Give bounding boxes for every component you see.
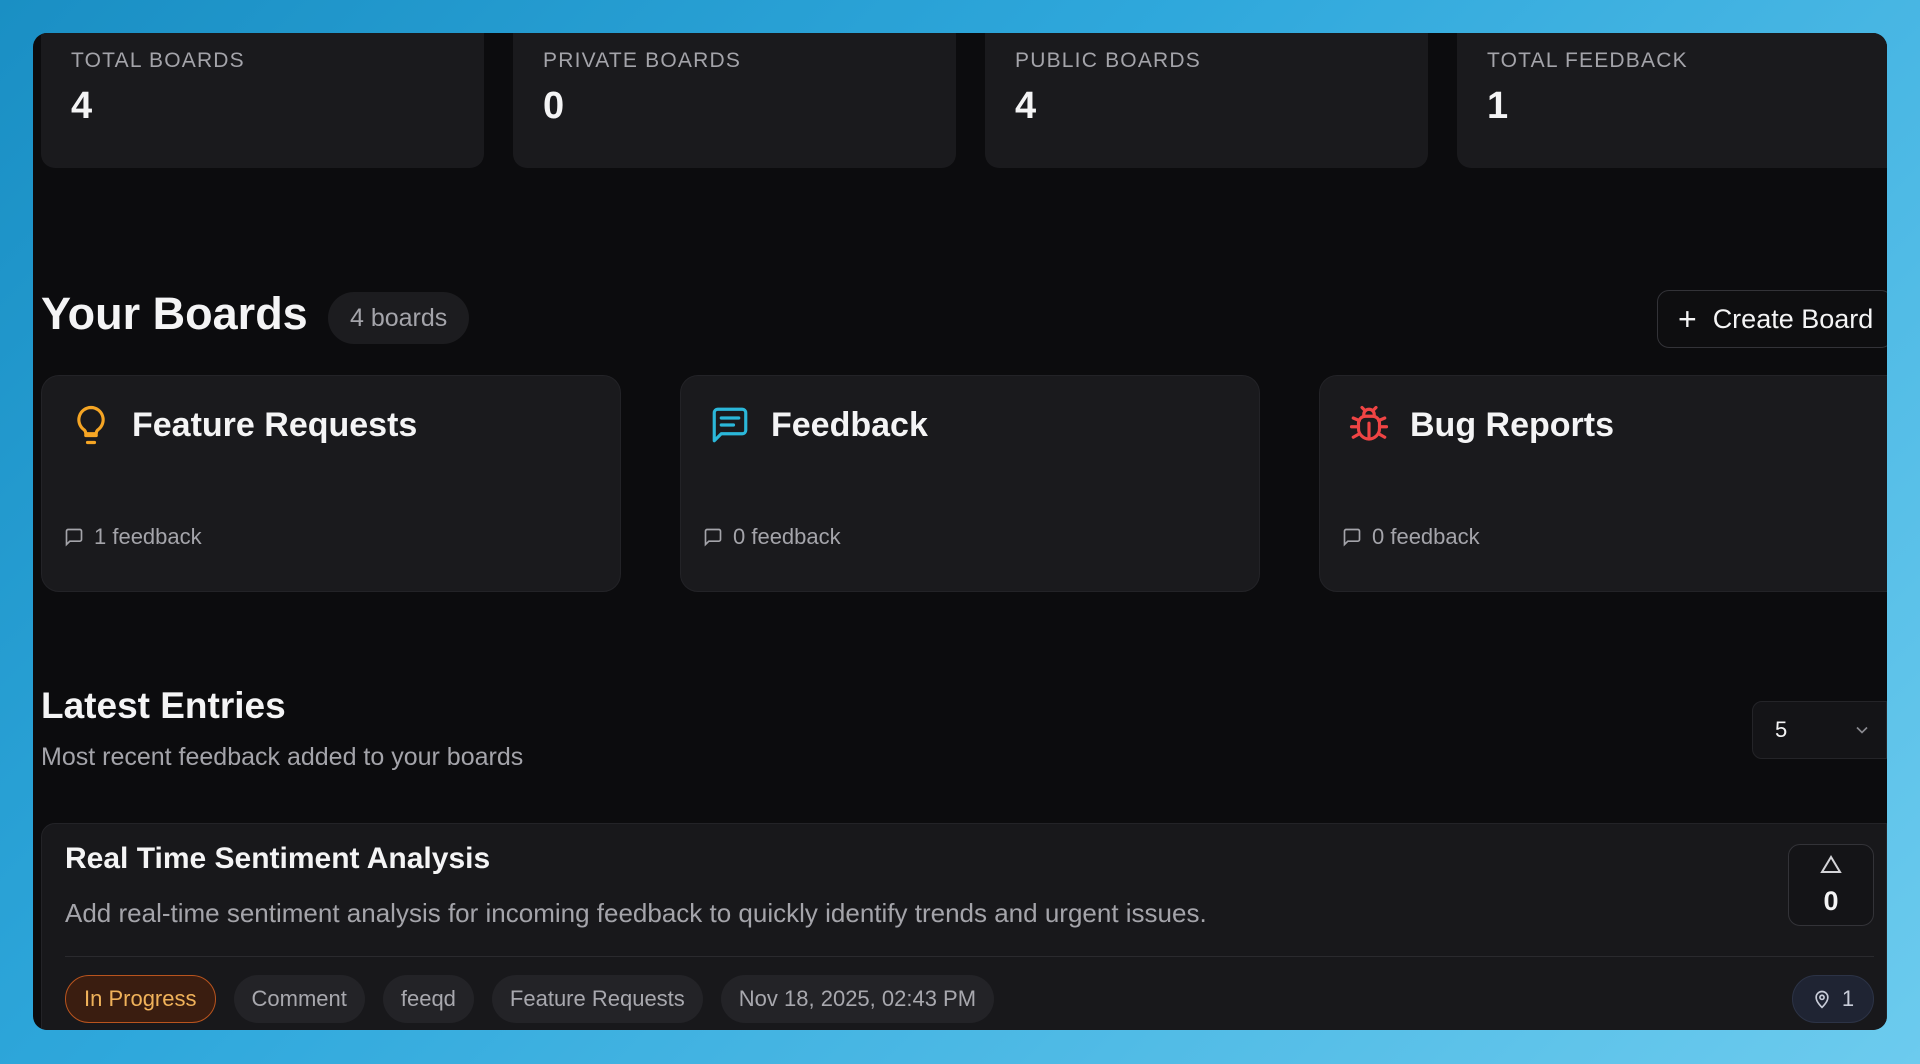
lightbulb-icon bbox=[77, 405, 105, 445]
entries-limit-value: 5 bbox=[1775, 717, 1788, 742]
board-name: Feature Requests bbox=[132, 406, 418, 444]
stat-value: 0 bbox=[543, 85, 565, 127]
type-tag: Comment bbox=[233, 975, 365, 1023]
latest-entries-title: Latest Entries bbox=[41, 685, 286, 726]
map-pin-icon bbox=[1815, 990, 1829, 1009]
stat-total-feedback: TOTAL FEEDBACK 1 bbox=[1457, 33, 1887, 168]
pin-count: 1 bbox=[1841, 986, 1855, 1011]
divider bbox=[65, 956, 1874, 957]
chevron-down-icon bbox=[1856, 726, 1868, 734]
stat-value: 4 bbox=[71, 85, 93, 127]
board-name: Feedback bbox=[771, 406, 928, 444]
feedback-count-label: 1 feedback bbox=[94, 524, 202, 549]
feedback-count-label: 0 feedback bbox=[1372, 524, 1480, 549]
stat-label: PRIVATE BOARDS bbox=[543, 49, 742, 72]
date-tag: Nov 18, 2025, 02:43 PM bbox=[720, 975, 995, 1023]
stat-value: 1 bbox=[1487, 85, 1509, 127]
author-tag: feeqd bbox=[382, 975, 474, 1023]
entry-tags: In Progress Comment feeqd Feature Reques… bbox=[65, 975, 995, 1023]
stat-label: TOTAL FEEDBACK bbox=[1487, 49, 1688, 72]
upvote-button[interactable]: 0 bbox=[1788, 844, 1874, 926]
stats-row: TOTAL BOARDS 4 PRIVATE BOARDS 0 PUBLIC B… bbox=[41, 33, 1887, 168]
boards-count-badge: 4 boards bbox=[328, 292, 470, 344]
message-square-icon bbox=[712, 407, 748, 443]
location-pin-badge[interactable]: 1 bbox=[1792, 975, 1874, 1023]
stat-label: TOTAL BOARDS bbox=[71, 49, 245, 72]
board-tag: Feature Requests bbox=[491, 975, 703, 1023]
message-icon bbox=[65, 528, 83, 547]
vote-count: 0 bbox=[1823, 886, 1839, 916]
page-title: Your Boards bbox=[41, 288, 308, 339]
feedback-count-label: 0 feedback bbox=[733, 524, 841, 549]
latest-entries-subtitle: Most recent feedback added to your board… bbox=[41, 743, 524, 771]
stat-value: 4 bbox=[1015, 85, 1037, 127]
create-board-label: Create Board bbox=[1712, 303, 1874, 334]
board-card-bug-reports[interactable]: Bug Reports 0 feedback bbox=[1319, 375, 1887, 592]
entries-limit-select[interactable]: 5 bbox=[1752, 701, 1887, 759]
plus-icon: + bbox=[1678, 301, 1697, 337]
stat-private-boards: PRIVATE BOARDS 0 bbox=[513, 33, 956, 168]
entry-title: Real Time Sentiment Analysis bbox=[65, 842, 491, 875]
board-name: Bug Reports bbox=[1410, 406, 1614, 444]
bug-icon bbox=[1349, 405, 1389, 441]
board-feedback-count: 1 feedback bbox=[64, 524, 202, 550]
stat-label: PUBLIC BOARDS bbox=[1015, 49, 1201, 72]
create-board-button[interactable]: + Create Board bbox=[1657, 290, 1887, 348]
entry-description: Add real-time sentiment analysis for inc… bbox=[65, 898, 1207, 928]
status-badge[interactable]: In Progress bbox=[65, 975, 216, 1023]
stat-total-boards: TOTAL BOARDS 4 bbox=[41, 33, 484, 168]
board-feedback-count: 0 feedback bbox=[1342, 524, 1480, 550]
message-icon bbox=[704, 528, 722, 547]
entry-card[interactable]: Real Time Sentiment Analysis Add real-ti… bbox=[41, 823, 1887, 1030]
message-icon bbox=[1343, 528, 1361, 547]
board-card-feedback[interactable]: Feedback 0 feedback bbox=[680, 375, 1260, 592]
triangle-up-icon bbox=[1820, 855, 1842, 873]
board-card-feature-requests[interactable]: Feature Requests 1 feedback bbox=[41, 375, 621, 592]
boards-header: Your Boards 4 boards + Create Board bbox=[41, 258, 1887, 358]
board-feedback-count: 0 feedback bbox=[703, 524, 841, 550]
app-window: TOTAL BOARDS 4 PRIVATE BOARDS 0 PUBLIC B… bbox=[33, 33, 1887, 1030]
stat-public-boards: PUBLIC BOARDS 4 bbox=[985, 33, 1428, 168]
